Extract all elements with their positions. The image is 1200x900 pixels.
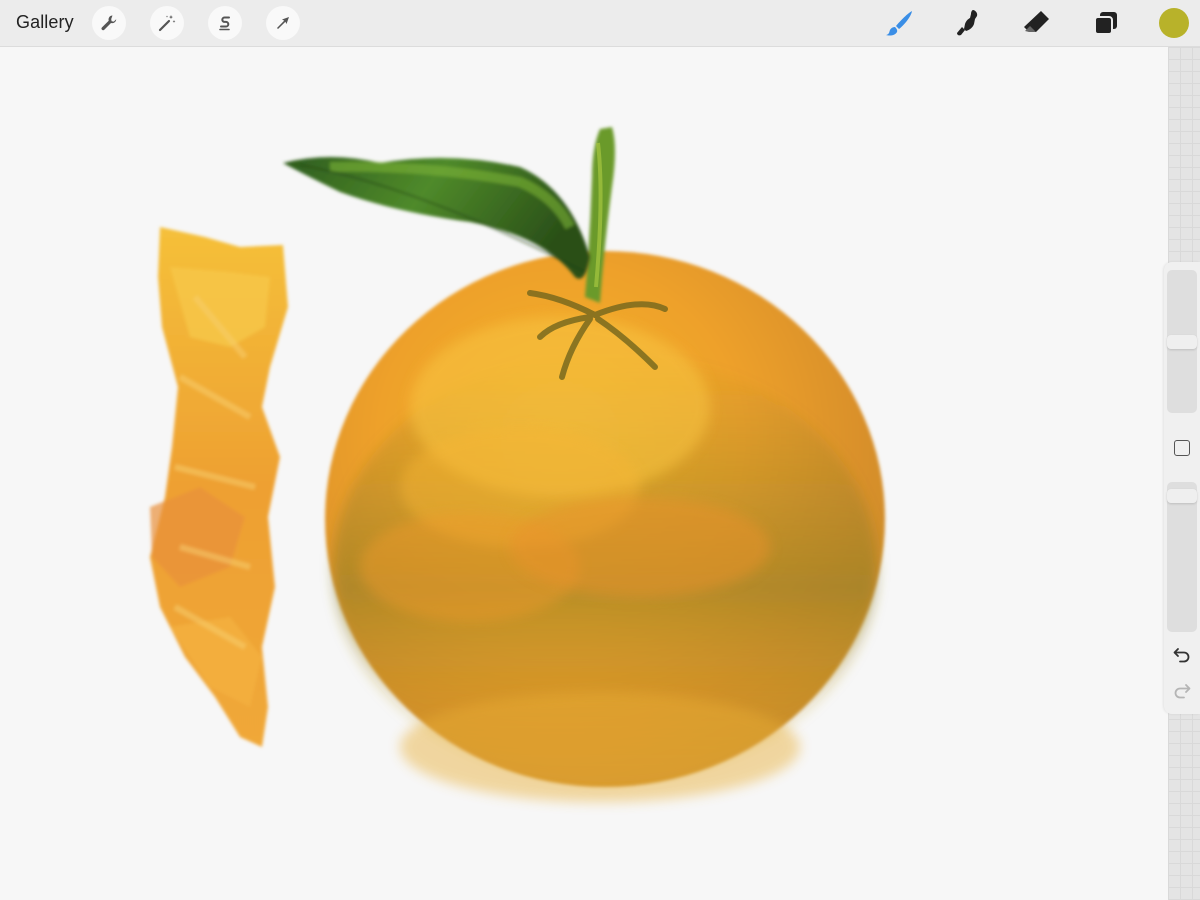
modify-button[interactable]	[1174, 440, 1190, 456]
gallery-button[interactable]: Gallery	[16, 12, 74, 33]
adjustments-magic-wand-icon[interactable]	[150, 6, 184, 40]
top-toolbar: Gallery	[0, 0, 1200, 47]
color-test-stroke	[150, 227, 288, 747]
undo-icon[interactable]	[1172, 644, 1192, 664]
drawing-canvas[interactable]	[0, 47, 1168, 900]
orange-painting	[150, 127, 885, 802]
actions-wrench-icon[interactable]	[92, 6, 126, 40]
brush-icon[interactable]	[884, 7, 916, 39]
brush-opacity-thumb[interactable]	[1167, 488, 1197, 503]
brush-sidebar	[1164, 262, 1200, 714]
selection-s-icon[interactable]	[208, 6, 242, 40]
smudge-icon[interactable]	[952, 7, 984, 39]
orange-fruit	[325, 251, 885, 802]
brush-opacity-slider[interactable]	[1167, 482, 1197, 632]
eraser-icon[interactable]	[1020, 7, 1052, 39]
brush-size-slider[interactable]	[1167, 270, 1197, 413]
layers-icon[interactable]	[1090, 7, 1122, 39]
brush-size-thumb[interactable]	[1167, 334, 1197, 349]
redo-icon[interactable]	[1172, 680, 1192, 700]
color-swatch[interactable]	[1159, 8, 1189, 38]
transform-arrow-icon[interactable]	[266, 6, 300, 40]
